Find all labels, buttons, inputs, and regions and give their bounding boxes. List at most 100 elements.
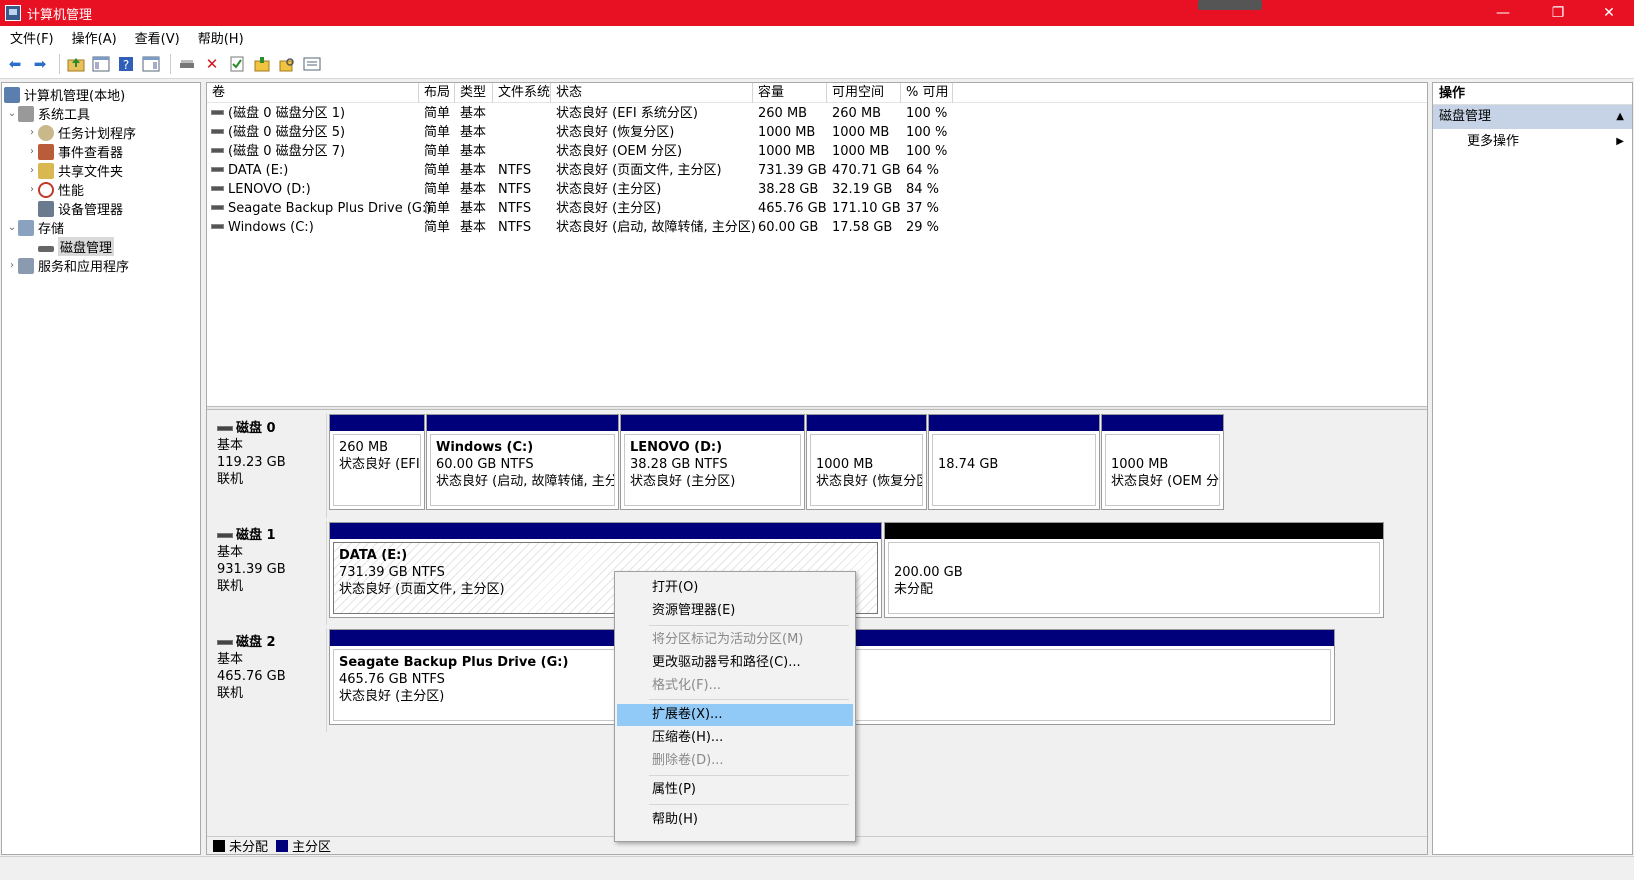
type-cell: 基本: [460, 163, 487, 178]
primary-partition-bar: [929, 415, 1099, 431]
menu-item-extend-volume[interactable]: 扩展卷(X)...: [617, 704, 853, 726]
volume-icon: [211, 148, 224, 153]
column-filesystem[interactable]: 文件系统: [493, 83, 551, 103]
chevron-down-icon[interactable]: ⌄: [6, 222, 18, 233]
up-folder-icon[interactable]: [65, 53, 87, 75]
primary-partition-bar: [330, 415, 424, 431]
menu-item-change-drive-letter[interactable]: 更改驱动器号和路径(C)...: [617, 652, 853, 674]
column-free-space[interactable]: 可用空间: [827, 83, 901, 103]
chevron-right-icon[interactable]: ›: [26, 146, 38, 157]
disk0-partition-oem[interactable]: 1000 MB 状态良好 (OEM 分区: [1101, 414, 1224, 510]
table-row[interactable]: Windows (C:) 简单 基本 NTFS 状态良好 (启动, 故障转储, …: [207, 218, 1427, 237]
title-bar: 计算机管理 — ❐ ✕: [0, 0, 1634, 26]
tree-item-disk-management[interactable]: 磁盘管理: [38, 237, 115, 256]
menu-item-format[interactable]: 格式化(F)...: [617, 675, 853, 697]
tree-item-task-scheduler[interactable]: › 任务计划程序: [26, 123, 136, 142]
collapse-up-icon[interactable]: ▲: [1616, 105, 1624, 129]
status-bar: [0, 856, 1634, 880]
disk0-partition-recovery[interactable]: 1000 MB 状态良好 (恢复分区: [806, 414, 927, 510]
restore-button[interactable]: ❐: [1535, 0, 1581, 26]
menu-item-shrink-volume[interactable]: 压缩卷(H)...: [617, 727, 853, 749]
menu-file[interactable]: 文件(F): [0, 28, 62, 47]
more-actions-item[interactable]: 更多操作 ▶: [1433, 129, 1632, 155]
column-capacity[interactable]: 容量: [753, 83, 827, 103]
volume-cell: (磁盘 0 磁盘分区 7): [207, 142, 345, 161]
menu-item-open[interactable]: 打开(O): [617, 577, 853, 599]
chevron-down-icon[interactable]: ⌄: [6, 108, 18, 119]
list-view-icon[interactable]: [301, 53, 323, 75]
storage-icon: [18, 219, 34, 236]
table-row[interactable]: LENOVO (D:) 简单 基本 NTFS 状态良好 (主分区) 38.28 …: [207, 180, 1427, 199]
disk-1-label[interactable]: 磁盘 1 基本 931.39 GB 联机: [207, 521, 327, 625]
volume-icon: [211, 224, 224, 229]
table-row[interactable]: (磁盘 0 磁盘分区 7) 简单 基本 状态良好 (OEM 分区) 1000 M…: [207, 142, 1427, 161]
menu-item-help[interactable]: 帮助(H): [617, 809, 853, 831]
table-row[interactable]: DATA (E:) 简单 基本 NTFS 状态良好 (页面文件, 主分区) 73…: [207, 161, 1427, 180]
menu-view[interactable]: 查看(V): [125, 28, 188, 47]
column-status[interactable]: 状态: [551, 83, 753, 103]
menu-item-properties[interactable]: 属性(P): [617, 779, 853, 801]
show-hide-tree-icon[interactable]: [90, 53, 112, 75]
table-row[interactable]: Seagate Backup Plus Drive (G:) 简单 基本 NTF…: [207, 199, 1427, 218]
menu-separator: [649, 804, 849, 805]
menu-item-explore[interactable]: 资源管理器(E): [617, 600, 853, 622]
tree-item-event-viewer[interactable]: › 事件查看器: [26, 142, 123, 161]
column-type[interactable]: 类型: [455, 83, 493, 103]
table-row[interactable]: (磁盘 0 磁盘分区 1) 简单 基本 状态良好 (EFI 系统分区) 260 …: [207, 104, 1427, 123]
column-layout[interactable]: 布局: [419, 83, 455, 103]
computer-icon: [4, 86, 20, 103]
show-hide-action-pane-icon[interactable]: [140, 53, 162, 75]
tree-item-storage[interactable]: ⌄ 存储: [6, 218, 64, 237]
disk0-partition-18gb[interactable]: 18.74 GB: [928, 414, 1100, 510]
capacity-cell: 38.28 GB: [758, 182, 819, 197]
event-log-icon: [38, 143, 54, 160]
tree-item-performance[interactable]: › 性能: [26, 180, 84, 199]
menu-help[interactable]: 帮助(H): [188, 28, 252, 47]
disk-2-label[interactable]: 磁盘 2 基本 465.76 GB 联机: [207, 628, 327, 732]
table-row[interactable]: (磁盘 0 磁盘分区 5) 简单 基本 状态良好 (恢复分区) 1000 MB …: [207, 123, 1427, 142]
chevron-right-icon[interactable]: ›: [26, 127, 38, 138]
primary-partition-bar: [1102, 415, 1223, 431]
tree-item-services-apps[interactable]: › 服务和应用程序: [6, 256, 129, 275]
tree-item-device-manager[interactable]: 设备管理器: [38, 199, 123, 218]
tree-item-system-tools[interactable]: ⌄ 系统工具: [6, 104, 90, 123]
column-percent-free[interactable]: % 可用: [901, 83, 953, 103]
open-folder-icon[interactable]: [251, 53, 273, 75]
help-icon[interactable]: ?: [115, 53, 137, 75]
disk1-unallocated[interactable]: 200.00 GB 未分配: [884, 522, 1384, 618]
minimize-button[interactable]: —: [1480, 0, 1526, 26]
filesystem-cell: NTFS: [498, 163, 532, 178]
forward-arrow-icon[interactable]: ➡: [29, 53, 51, 75]
navigation-tree: 计算机管理(本地) ⌄ 系统工具 › 任务计划程序 › 事件查看器 › 共享文件…: [1, 82, 201, 855]
chevron-right-icon[interactable]: ›: [6, 260, 18, 271]
disk0-partition-efi[interactable]: 260 MB状态良好 (EFI 系: [329, 414, 425, 510]
disk0-partition-windows-c[interactable]: Windows (C:) 60.00 GB NTFS 状态良好 (启动, 故障转储,…: [426, 414, 619, 510]
disk0-partition-lenovo-d[interactable]: LENOVO (D:) 38.28 GB NTFS 状态良好 (主分区): [620, 414, 805, 510]
column-volume[interactable]: 卷: [207, 83, 419, 103]
capacity-cell: 1000 MB: [758, 125, 816, 140]
properties-checklist-icon[interactable]: [226, 53, 248, 75]
close-button[interactable]: ✕: [1586, 0, 1632, 26]
menu-item-mark-active[interactable]: 将分区标记为活动分区(M): [617, 629, 853, 651]
tools-icon: [18, 105, 34, 122]
performance-icon: [38, 181, 54, 198]
connect-disk-icon[interactable]: [176, 53, 198, 75]
volume-cell: Windows (C:): [207, 218, 314, 237]
search-folder-icon[interactable]: [276, 53, 298, 75]
menu-action[interactable]: 操作(A): [62, 28, 125, 47]
tree-item-shared-folders[interactable]: › 共享文件夹: [26, 161, 123, 180]
menu-separator: [649, 625, 849, 626]
primary-partition-bar: [427, 415, 618, 431]
toolbar: ⬅ ➡ ? ✕: [0, 49, 1634, 79]
status-cell: 状态良好 (恢复分区): [556, 125, 675, 140]
actions-section-disk-management[interactable]: 磁盘管理 ▲: [1433, 105, 1632, 129]
back-arrow-icon[interactable]: ⬅: [4, 53, 26, 75]
disk-0-label[interactable]: 磁盘 0 基本 119.23 GB 联机: [207, 414, 327, 518]
free-space-cell: 1000 MB: [832, 144, 890, 159]
menu-item-delete-volume[interactable]: 删除卷(D)...: [617, 750, 853, 772]
chevron-right-icon[interactable]: ›: [26, 165, 38, 176]
chevron-right-icon[interactable]: ›: [26, 184, 38, 195]
volume-cell: LENOVO (D:): [207, 180, 311, 199]
tree-item-computer-management[interactable]: 计算机管理(本地): [4, 85, 125, 104]
delete-x-icon[interactable]: ✕: [201, 53, 223, 75]
